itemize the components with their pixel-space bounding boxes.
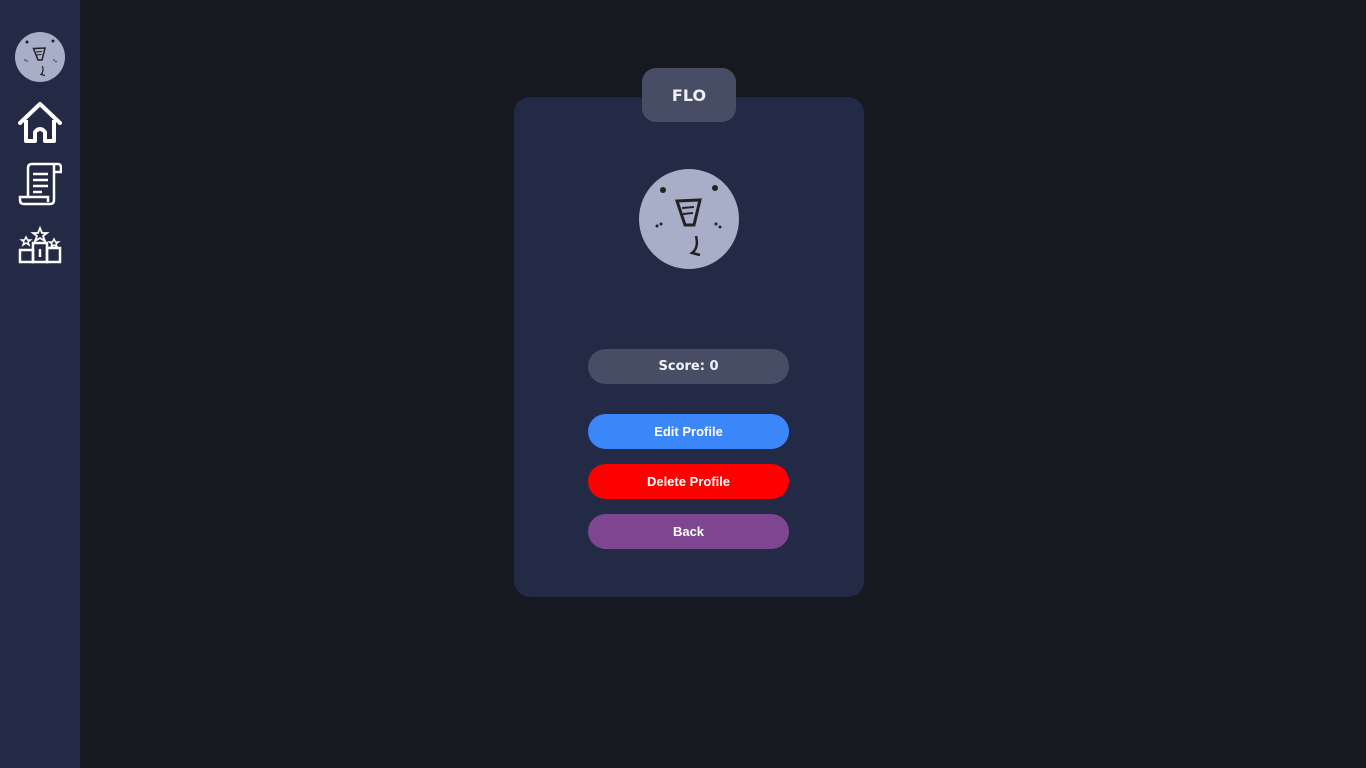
avatar-face-icon: [655, 185, 722, 257]
edit-profile-button[interactable]: Edit Profile: [588, 414, 789, 449]
score-display: Score: 0: [588, 349, 789, 384]
podium-leaderboard-icon: [18, 225, 62, 264]
leaderboard-button[interactable]: [18, 224, 62, 268]
sidebar: [0, 0, 80, 768]
scroll-document-icon: [18, 162, 62, 206]
username-tab: FLO: [642, 68, 736, 122]
rules-button[interactable]: [18, 162, 62, 206]
back-button[interactable]: Back: [588, 514, 789, 549]
home-icon: [18, 102, 62, 143]
score-text: Score: 0: [658, 359, 719, 374]
avatar-face-icon: [24, 39, 57, 77]
sidebar-avatar[interactable]: [15, 32, 65, 82]
home-button[interactable]: [18, 101, 62, 145]
delete-profile-button[interactable]: Delete Profile: [588, 464, 789, 499]
profile-avatar: [639, 169, 739, 269]
username: FLO: [671, 85, 707, 105]
